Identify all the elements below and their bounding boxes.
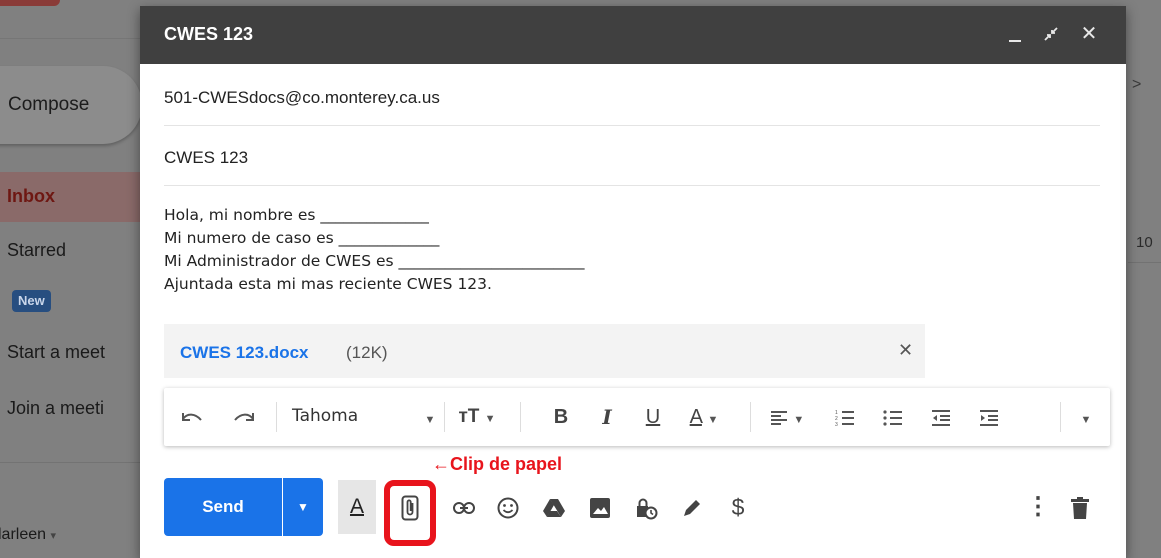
toolbar-separator <box>444 402 445 432</box>
svg-text:3: 3 <box>835 422 838 427</box>
chevron-right-icon[interactable]: > <box>1132 76 1141 94</box>
sidebar-item-inbox-label: Inbox <box>7 186 55 206</box>
font-size-icon[interactable]: ᴛT ▼ <box>452 388 502 446</box>
gmail-logo-fragment <box>0 0 60 6</box>
discard-trash-icon[interactable] <box>1062 478 1098 536</box>
send-money-icon[interactable]: $ <box>718 478 758 536</box>
redo-icon[interactable] <box>226 388 262 446</box>
formatting-options-icon[interactable]: A <box>338 478 376 536</box>
body-line: Hola, mi nombre es ______________ <box>164 206 429 224</box>
body-line: Mi Administrador de CWES es ____________… <box>164 252 585 270</box>
indent-more-icon[interactable] <box>972 388 1006 446</box>
sidebar-item-starred[interactable]: Starred <box>7 240 66 261</box>
indent-less-icon[interactable] <box>924 388 958 446</box>
signature-pen-icon[interactable] <box>672 478 712 536</box>
recipient-chip[interactable]: 501-CWESdocs@co.monterey.ca.us <box>164 88 440 108</box>
google-drive-icon[interactable] <box>534 478 574 536</box>
remove-attachment-icon[interactable]: ✕ <box>898 340 913 361</box>
bold-icon[interactable]: B <box>546 388 576 446</box>
divider <box>0 462 140 463</box>
schedule-send-chevron-icon[interactable]: ▼ <box>283 478 323 536</box>
divider <box>0 38 140 39</box>
send-button[interactable]: Send <box>164 478 282 536</box>
align-icon[interactable]: ▼ <box>762 388 812 446</box>
more-options-icon[interactable]: ⋮ <box>1026 478 1050 536</box>
more-formatting-icon[interactable]: ▼ <box>1070 388 1102 446</box>
compose-button-label: Compose <box>8 94 90 115</box>
text-color-icon[interactable]: A ▼ <box>676 388 732 446</box>
body-line: Ajuntada esta mi mas reciente CWES 123. <box>164 275 492 293</box>
attachment-size: (12K) <box>346 343 388 362</box>
chevron-down-icon[interactable]: ▼ <box>420 388 440 446</box>
toolbar-separator <box>750 402 751 432</box>
font-select[interactable]: Tahoma <box>292 406 358 426</box>
close-icon[interactable]: ✕ <box>1076 20 1102 48</box>
formatting-toolbar: Tahoma ▼ ᴛT ▼ B I U A ▼ ▼ 123 ▼ <box>164 388 1110 446</box>
subject-value: CWES 123 <box>164 148 249 167</box>
subject-field[interactable]: CWES 123 <box>164 126 1100 186</box>
attachment-chip[interactable]: CWES 123.docx (12K) ✕ <box>164 324 925 378</box>
to-field[interactable]: 501-CWESdocs@co.monterey.ca.us <box>164 66 1100 126</box>
confidential-mode-icon[interactable] <box>626 478 666 536</box>
emoji-icon[interactable] <box>488 478 528 536</box>
divider <box>1128 262 1161 263</box>
bulleted-list-icon[interactable] <box>876 388 910 446</box>
exit-fullscreen-icon[interactable] <box>1038 20 1064 48</box>
italic-icon[interactable]: I <box>592 388 622 446</box>
undo-icon[interactable] <box>174 388 210 446</box>
compose-title: CWES 123 <box>164 24 254 44</box>
insert-link-icon[interactable] <box>444 478 484 536</box>
attachment-name[interactable]: CWES 123.docx <box>180 343 309 363</box>
compose-window: CWES 123 ✕ 501-CWESdocs@co.monterey.ca.u… <box>140 6 1126 558</box>
compose-titlebar[interactable]: CWES 123 ✕ <box>140 6 1126 64</box>
body-line: Mi numero de caso es _____________ <box>164 229 440 247</box>
annotation-label: ←Clip de papel <box>432 454 563 474</box>
email-row-date-fragment: 10 <box>1136 234 1153 251</box>
sidebar-item-start-meeting[interactable]: Start a meet <box>7 342 105 363</box>
new-badge: New <box>12 290 51 312</box>
numbered-list-icon[interactable]: 123 <box>828 388 862 446</box>
insert-photo-icon[interactable] <box>580 478 620 536</box>
hangouts-user[interactable]: larleen ▾ <box>0 526 56 544</box>
sidebar-item-join-meeting[interactable]: Join a meeti <box>7 398 104 419</box>
underline-icon[interactable]: U <box>638 388 668 446</box>
minimize-icon[interactable] <box>1002 20 1028 48</box>
attach-highlight-box <box>384 480 436 546</box>
toolbar-separator <box>276 402 277 432</box>
toolbar-separator <box>520 402 521 432</box>
toolbar-separator <box>1060 402 1061 432</box>
message-body[interactable]: Hola, mi nombre es ______________ Mi num… <box>164 204 585 296</box>
